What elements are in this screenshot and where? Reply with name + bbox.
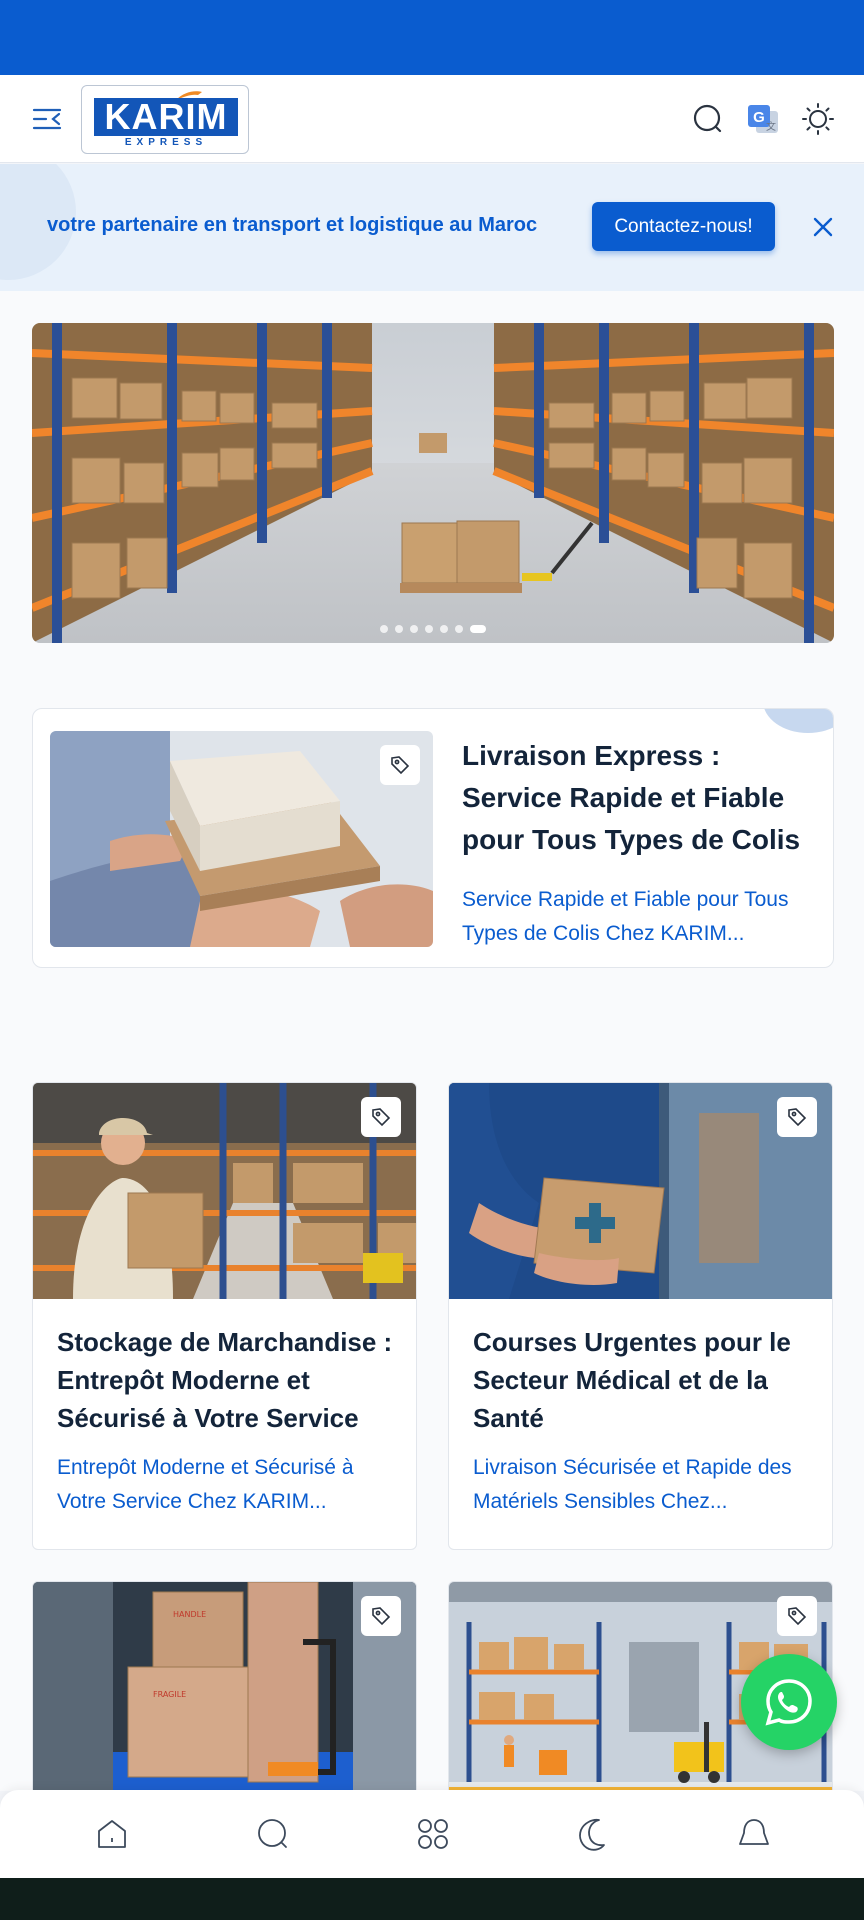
service-card[interactable]: HANDLE FRAGILE <box>32 1581 417 1821</box>
tag-icon[interactable] <box>777 1097 817 1137</box>
tag-icon[interactable] <box>380 745 420 785</box>
whatsapp-button[interactable] <box>741 1654 837 1750</box>
apps-icon[interactable] <box>413 1814 453 1854</box>
status-bar <box>0 0 864 75</box>
banner-tagline: votre partenaire en transport et logisti… <box>47 214 538 236</box>
featured-description: Service Rapide et Fiable pour Tous Types… <box>462 888 789 945</box>
tag-icon[interactable] <box>777 1596 817 1636</box>
tag-icon[interactable] <box>361 1596 401 1636</box>
brand-logo[interactable]: KARIM EXPRESS <box>81 85 249 154</box>
hero-carousel[interactable] <box>32 323 834 643</box>
carousel-dot[interactable] <box>410 625 418 633</box>
logo-text: KARIM <box>94 98 238 136</box>
service-card[interactable]: Stockage de Marchandise : Entrepôt Moder… <box>32 1082 417 1550</box>
carousel-indicators <box>32 625 834 633</box>
system-navigation-bar <box>0 1878 864 1920</box>
top-header: KARIM EXPRESS G 文 <box>0 75 864 163</box>
home-icon[interactable] <box>92 1814 132 1854</box>
svg-text:文: 文 <box>766 120 776 133</box>
search-icon[interactable] <box>690 101 726 137</box>
carousel-dot[interactable] <box>455 625 463 633</box>
elevator-boxes-image: HANDLE FRAGILE <box>33 1582 416 1798</box>
carousel-dot[interactable] <box>380 625 388 633</box>
bottom-navigation <box>0 1790 864 1878</box>
carousel-dot[interactable] <box>425 625 433 633</box>
featured-title[interactable]: Livraison Express : Service Rapide et Fi… <box>462 735 817 861</box>
card-description: Livraison Sécurisée et Rapide des Matéri… <box>473 1456 792 1513</box>
tag-icon[interactable] <box>361 1097 401 1137</box>
carousel-dot[interactable] <box>395 625 403 633</box>
warehouse-aisle-image <box>32 323 834 643</box>
translate-icon[interactable]: G 文 <box>745 101 781 137</box>
parcel-handover-image <box>50 731 433 947</box>
contact-button[interactable]: Contactez-nous! <box>592 202 775 251</box>
menu-icon[interactable] <box>30 101 66 137</box>
svg-text:FRAGILE: FRAGILE <box>153 1690 186 1699</box>
promo-banner: votre partenaire en transport et logisti… <box>0 164 864 291</box>
warehouse-worker-image <box>33 1083 416 1299</box>
carousel-dot[interactable] <box>440 625 448 633</box>
card-title[interactable]: Stockage de Marchandise : Entrepôt Moder… <box>57 1323 397 1437</box>
card-title[interactable]: Courses Urgentes pour le Secteur Médical… <box>473 1323 813 1437</box>
svg-text:G: G <box>753 109 765 126</box>
logo-subtext: EXPRESS <box>124 137 208 148</box>
theme-toggle-icon[interactable] <box>800 101 836 137</box>
carousel-dot-active[interactable] <box>470 625 486 633</box>
card-description: Entrepôt Moderne et Sécurisé à Votre Ser… <box>57 1456 354 1513</box>
whatsapp-icon <box>765 1679 812 1726</box>
card-corner-decoration <box>763 709 833 733</box>
featured-service-card[interactable]: Livraison Express : Service Rapide et Fi… <box>32 708 834 968</box>
close-icon[interactable] <box>810 214 836 240</box>
svg-text:HANDLE: HANDLE <box>173 1610 206 1619</box>
medical-courier-image <box>449 1083 832 1299</box>
service-card[interactable]: Courses Urgentes pour le Secteur Médical… <box>448 1082 833 1550</box>
search-icon[interactable] <box>253 1814 293 1854</box>
notifications-icon[interactable] <box>734 1814 774 1854</box>
dark-mode-icon[interactable] <box>573 1814 613 1854</box>
